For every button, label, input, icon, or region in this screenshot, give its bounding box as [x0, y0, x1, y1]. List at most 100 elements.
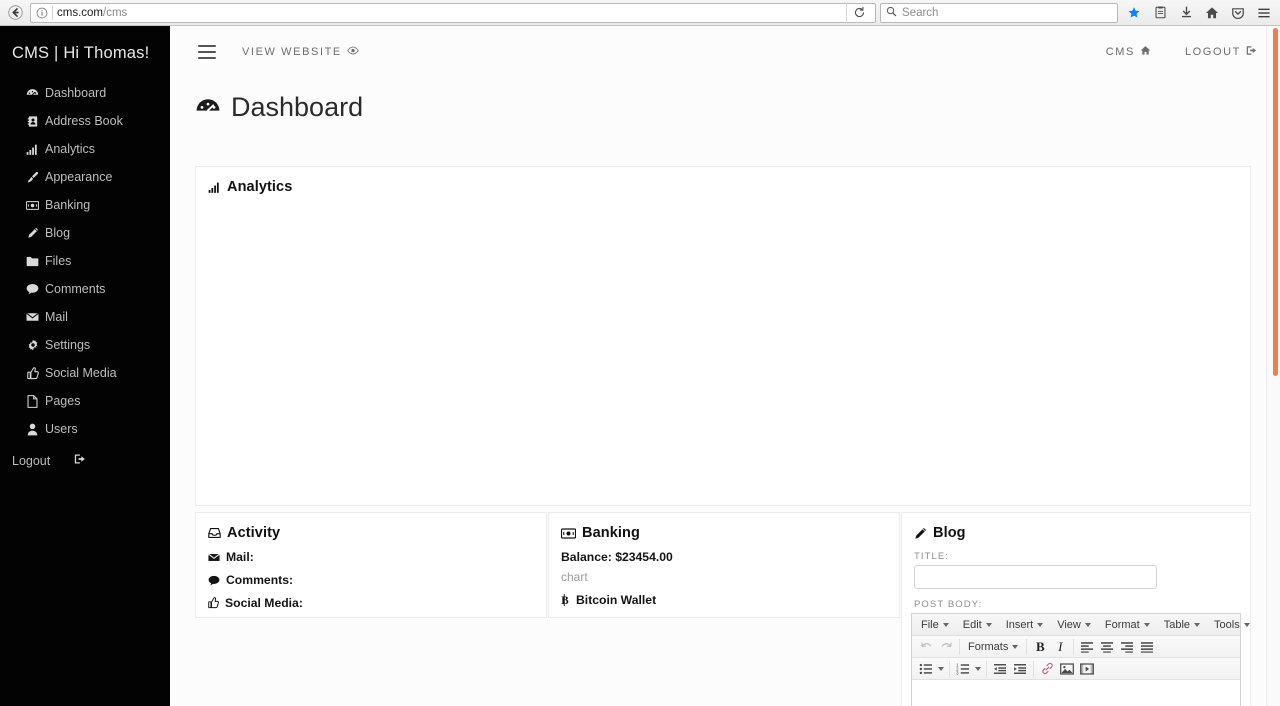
menu-view[interactable]: View	[1050, 615, 1098, 635]
analytics-chart-area	[196, 195, 1250, 485]
url-text: cms.com/cms	[57, 7, 127, 19]
blog-card-title-text: Blog	[933, 525, 966, 541]
menu-file-label: File	[921, 618, 939, 631]
thumbs-up-icon	[26, 366, 39, 380]
cms-home-link[interactable]: CMS	[1106, 45, 1151, 59]
align-justify-icon[interactable]	[1137, 637, 1157, 657]
sidebar-item-mail[interactable]: Mail	[0, 303, 170, 331]
sidebar-item-users[interactable]: Users	[0, 415, 170, 443]
main-content: VIEW WEBSITE CMS LOGOUT Dashboard Analyt…	[170, 26, 1280, 706]
info-circle-icon[interactable]	[34, 5, 50, 21]
comment-icon	[26, 283, 39, 296]
bar-chart-icon	[26, 143, 39, 156]
sidebar-item-label: Users	[45, 422, 78, 436]
money-bill-icon	[561, 527, 576, 539]
sidebar: CMS | Hi Thomas! Dashboard Address Book …	[0, 26, 170, 706]
blog-body-label: POST BODY:	[914, 599, 983, 610]
bold-icon[interactable]: B	[1030, 637, 1050, 657]
envelope-icon	[208, 553, 220, 562]
bullet-list-icon[interactable]	[916, 659, 936, 679]
outdent-icon[interactable]	[990, 659, 1010, 679]
sign-out-icon	[1246, 45, 1258, 59]
link-icon[interactable]	[1037, 659, 1057, 679]
thumbs-up-icon	[208, 597, 219, 609]
sidebar-item-files[interactable]: Files	[0, 247, 170, 275]
activity-row-social-media: Social Media:	[196, 587, 546, 610]
bookmark-star-icon[interactable]	[1122, 2, 1146, 24]
bullet-list-dropdown[interactable]	[936, 659, 946, 679]
sidebar-toggle-button[interactable]	[198, 45, 216, 59]
sidebar-item-appearance[interactable]: Appearance	[0, 163, 170, 191]
menu-table[interactable]: Table	[1157, 615, 1207, 635]
back-button[interactable]	[4, 2, 26, 24]
menu-table-label: Table	[1163, 618, 1191, 631]
svg-text:B: B	[561, 595, 569, 606]
sidebar-item-blog[interactable]: Blog	[0, 219, 170, 247]
topbar-logout-label: LOGOUT	[1184, 46, 1241, 58]
browser-search-box[interactable]: Search	[880, 2, 1118, 23]
blog-title-input[interactable]	[914, 565, 1157, 589]
sidebar-item-banking[interactable]: Banking	[0, 191, 170, 219]
money-bill-icon	[26, 199, 39, 212]
sidebar-item-address-book[interactable]: Address Book	[0, 107, 170, 135]
editor-toolbar-row-2: 123	[912, 658, 1240, 680]
bitcoin-wallet-label: Bitcoin Wallet	[576, 593, 657, 607]
sidebar-item-dashboard[interactable]: Dashboard	[0, 79, 170, 107]
editor-content-area[interactable]	[912, 680, 1240, 706]
sidebar-item-label: Social Media	[45, 366, 117, 380]
menu-file[interactable]: File	[914, 615, 956, 635]
align-center-icon[interactable]	[1097, 637, 1117, 657]
align-right-icon[interactable]	[1117, 637, 1137, 657]
inbox-icon	[208, 527, 221, 539]
pocket-icon[interactable]	[1226, 2, 1250, 24]
italic-icon[interactable]: I	[1050, 637, 1070, 657]
folder-icon	[26, 255, 39, 268]
topbar-logout-link[interactable]: LOGOUT	[1185, 45, 1258, 59]
toolbar-separator	[1033, 660, 1034, 677]
numbered-list-dropdown[interactable]	[973, 659, 983, 679]
address-bar[interactable]: cms.com/cms	[30, 2, 876, 23]
menu-icon[interactable]	[1252, 2, 1276, 24]
sidebar-logout[interactable]: Logout	[0, 443, 170, 474]
toolbar-separator	[949, 660, 950, 677]
sidebar-item-analytics[interactable]: Analytics	[0, 135, 170, 163]
activity-row-mail: Mail:	[196, 541, 546, 564]
downloads-icon[interactable]	[1174, 2, 1198, 24]
menu-insert[interactable]: Insert	[999, 615, 1051, 635]
indent-icon[interactable]	[1010, 659, 1030, 679]
library-icon[interactable]	[1148, 2, 1172, 24]
topbar-right: CMS LOGOUT	[1106, 45, 1258, 59]
align-left-icon[interactable]	[1077, 637, 1097, 657]
svg-text:3: 3	[956, 670, 959, 675]
sidebar-item-social-media[interactable]: Social Media	[0, 359, 170, 387]
image-icon[interactable]	[1057, 659, 1077, 679]
formats-dropdown[interactable]: Formats	[963, 637, 1023, 657]
tachometer-icon	[26, 87, 39, 100]
media-icon[interactable]	[1077, 659, 1097, 679]
gear-icon	[26, 339, 39, 352]
page-scrollbar-thumb[interactable]	[1273, 28, 1278, 376]
menu-format[interactable]: Format	[1098, 615, 1157, 635]
page-scrollbar[interactable]	[1266, 26, 1280, 706]
cms-application: CMS | Hi Thomas! Dashboard Address Book …	[0, 26, 1280, 706]
redo-icon[interactable]	[936, 637, 956, 657]
undo-icon[interactable]	[916, 637, 936, 657]
numbered-list-icon[interactable]: 123	[953, 659, 973, 679]
sidebar-item-comments[interactable]: Comments	[0, 275, 170, 303]
sidebar-item-label: Address Book	[45, 114, 123, 128]
sidebar-brand: CMS | Hi Thomas!	[12, 44, 150, 62]
chevron-down-icon	[975, 666, 981, 671]
bitcoin-wallet-link[interactable]: B Bitcoin Wallet	[549, 584, 899, 607]
cms-home-label: CMS	[1105, 46, 1135, 58]
blog-card: Blog TITLE: POST BODY: File Edit Insert …	[901, 512, 1251, 706]
sidebar-item-label: Comments	[45, 282, 106, 296]
menu-edit[interactable]: Edit	[956, 615, 999, 635]
sidebar-item-label: Analytics	[45, 142, 96, 156]
home-icon[interactable]	[1200, 2, 1224, 24]
view-website-link[interactable]: VIEW WEBSITE	[242, 46, 359, 58]
reload-icon[interactable]	[846, 2, 872, 23]
sidebar-item-settings[interactable]: Settings	[0, 331, 170, 359]
sidebar-item-pages[interactable]: Pages	[0, 387, 170, 415]
menu-tools[interactable]: Tools	[1207, 615, 1257, 635]
menu-insert-label: Insert	[1005, 618, 1034, 631]
